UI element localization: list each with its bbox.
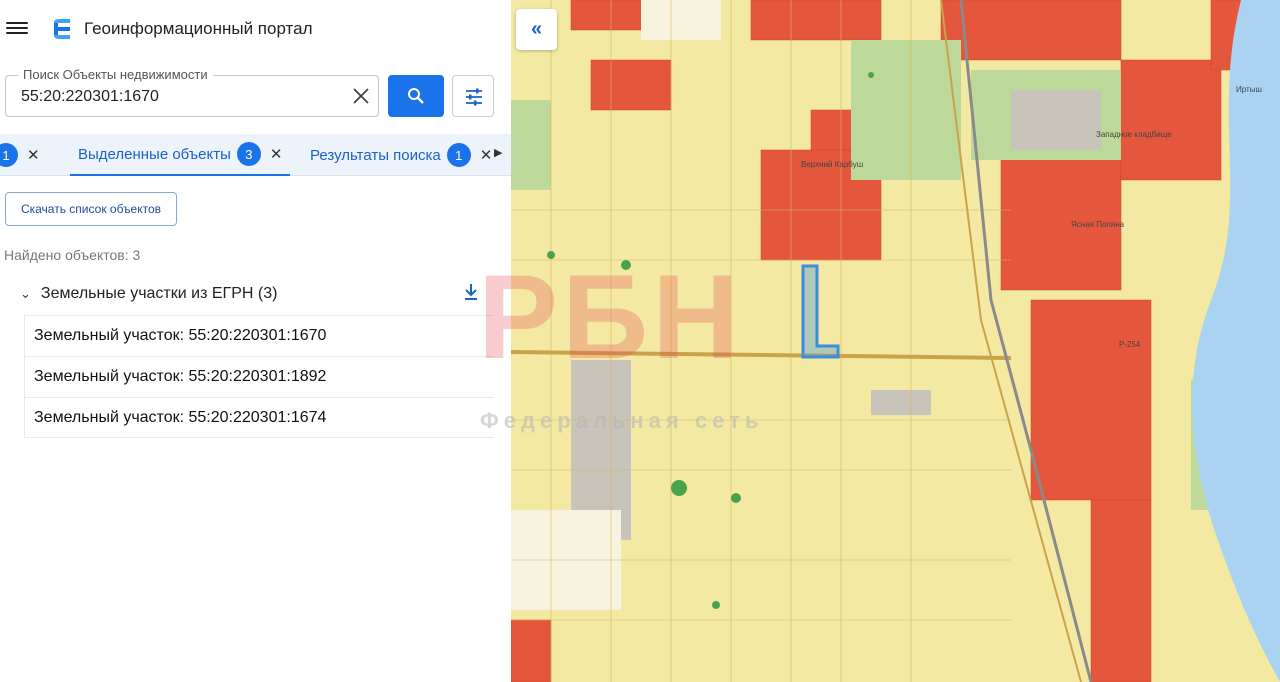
app-header: Геоинформационный портал bbox=[0, 0, 511, 58]
search-icon bbox=[408, 88, 424, 104]
list-item[interactable]: Земельный участок: 55:20:220301:1670 bbox=[24, 315, 494, 356]
download-list-button[interactable]: Скачать список объектов bbox=[5, 192, 177, 226]
tab-label: Результаты поиска bbox=[310, 146, 441, 164]
tab-label: Выделенные объекты bbox=[78, 145, 231, 163]
portal-logo-icon bbox=[54, 19, 70, 39]
sliders-icon bbox=[466, 88, 482, 106]
list-item[interactable]: Земельный участок: 55:20:220301:1674 bbox=[24, 397, 494, 438]
chevron-down-icon: ⌄ bbox=[20, 286, 31, 301]
tab-previous[interactable]: 1 ✕ bbox=[0, 134, 40, 176]
close-icon[interactable]: ✕ bbox=[27, 146, 40, 164]
search-input[interactable]: 55:20:220301:1670 bbox=[21, 88, 159, 106]
tab-selected-objects[interactable]: Выделенные объекты 3 ✕ bbox=[70, 134, 291, 176]
found-count: Найдено объектов: 3 bbox=[4, 247, 141, 263]
map-view[interactable]: Западное кладбище Верхний Карбуш Ясная П… bbox=[511, 0, 1280, 682]
group-header[interactable]: ⌄ Земельные участки из ЕГРН (3) bbox=[20, 283, 277, 305]
tab-scroll-right-icon[interactable]: ▶ bbox=[494, 146, 502, 159]
collapse-panel-button[interactable]: « bbox=[516, 9, 557, 50]
tab-search-results[interactable]: Результаты поиска 1 ✕ bbox=[310, 134, 492, 176]
side-panel: Геоинформационный портал Поиск Объекты н… bbox=[0, 0, 511, 682]
tab-badge: 1 bbox=[446, 143, 471, 167]
results-list: Земельный участок: 55:20:220301:1670 Зем… bbox=[24, 315, 494, 438]
close-icon[interactable]: ✕ bbox=[480, 146, 493, 164]
list-item[interactable]: Земельный участок: 55:20:220301:1892 bbox=[24, 356, 494, 397]
cadastral-map bbox=[511, 0, 1280, 682]
group-title: Земельные участки из ЕГРН (3) bbox=[40, 285, 278, 302]
clear-icon[interactable] bbox=[350, 85, 372, 107]
menu-icon[interactable] bbox=[6, 19, 28, 39]
search-legend: Поиск Объекты недвижимости bbox=[18, 67, 213, 82]
filter-button[interactable] bbox=[452, 75, 494, 117]
download-icon[interactable] bbox=[463, 283, 479, 301]
app-title: Геоинформационный портал bbox=[84, 19, 313, 38]
search-button[interactable] bbox=[388, 75, 444, 117]
tab-badge: 3 bbox=[236, 142, 261, 166]
search-field[interactable]: Поиск Объекты недвижимости 55:20:220301:… bbox=[5, 67, 379, 117]
close-icon[interactable]: ✕ bbox=[270, 145, 283, 163]
tab-bar: 1 ✕ Выделенные объекты 3 ✕ Результаты по… bbox=[0, 134, 511, 176]
tab-badge: 1 bbox=[0, 143, 18, 167]
